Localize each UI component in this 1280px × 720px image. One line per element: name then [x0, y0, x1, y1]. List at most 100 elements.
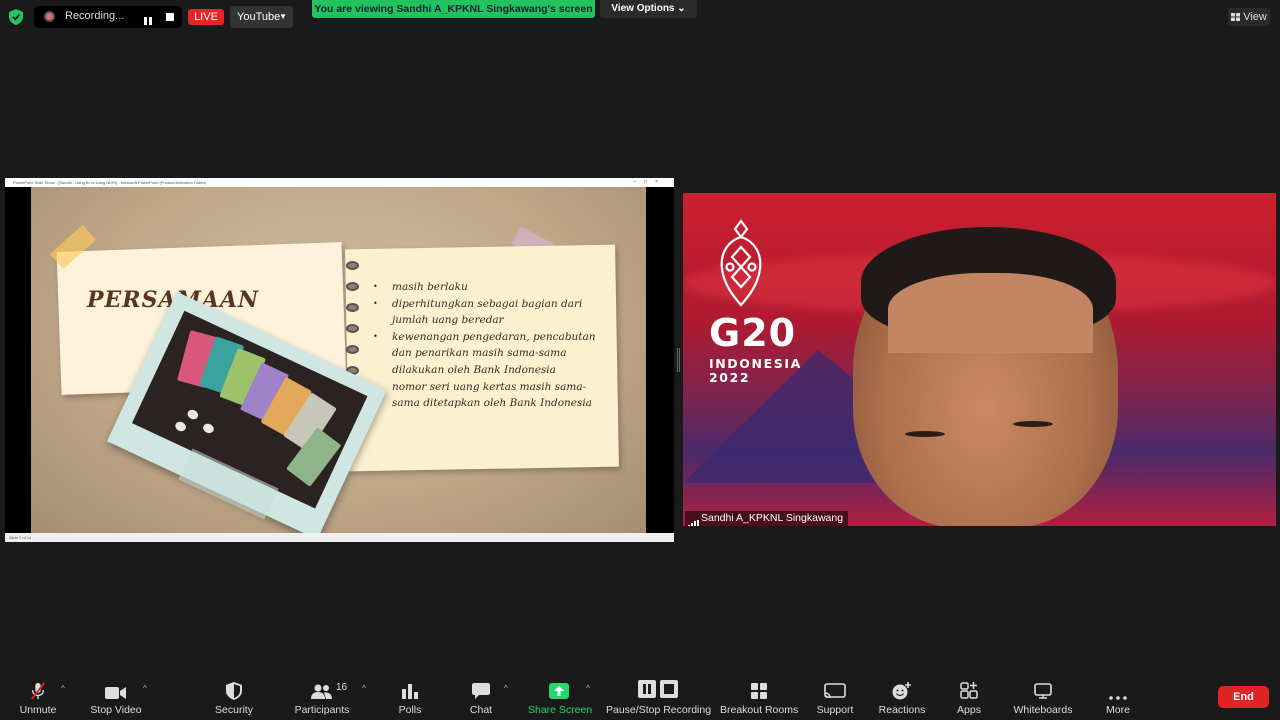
g20-logo: G20 INDONESIA 2022 [709, 219, 809, 385]
binder-ring-icon [346, 303, 359, 312]
pause-stop-recording-label: Pause/Stop Recording [606, 704, 712, 716]
g20-title: G20 [709, 311, 797, 355]
powerpoint-title-bar: PowerPoint Slide Show - [Sandhi - Uang B… [5, 178, 674, 187]
shield-icon[interactable] [9, 9, 23, 25]
window-title: PowerPoint Slide Show - [Sandhi - Uang B… [13, 180, 207, 185]
support-cast-icon [824, 683, 846, 699]
chevron-down-icon: ⌄ [677, 3, 686, 14]
share-options-chevron-icon[interactable]: ^ [586, 684, 590, 693]
reactions-label: Reactions [878, 704, 926, 716]
chat-label: Chat [469, 704, 493, 716]
stop-recording-icon[interactable] [166, 13, 174, 21]
recording-dot-icon [44, 11, 55, 22]
whiteboards-label: Whiteboards [1013, 704, 1073, 716]
slide-bullet-list: masih berlaku diperhitungkan sebagai bag… [369, 279, 614, 412]
audio-options-chevron-icon[interactable]: ^ [61, 684, 65, 693]
polls-chart-icon [402, 684, 418, 699]
whiteboard-icon [1034, 683, 1052, 699]
share-screen-arrow-icon [549, 683, 569, 699]
meeting-toolbar: Unmute ^ Stop Video ^ Security 16 Partic… [0, 672, 1280, 720]
powerpoint-status-bar: Slide 2 of 14 [5, 533, 674, 542]
stop-video-button[interactable]: Stop Video [86, 672, 146, 720]
breakout-rooms-icon [751, 683, 767, 699]
apps-icon [960, 682, 978, 699]
view-label: View [1243, 11, 1267, 23]
view-options-label: View Options [611, 3, 675, 14]
binder-ring-icon [346, 345, 359, 354]
coin [201, 422, 216, 435]
recording-label: Recording... [65, 10, 125, 22]
unmute-button[interactable]: Unmute [12, 672, 64, 720]
slide-bullet: kewenangan pengedaran, pencabutan dan pe… [369, 329, 614, 379]
slide-status: Slide 2 of 14 [9, 535, 32, 540]
presentation-slide: PERSAMAAN masih berlaku diperhitungkan s… [31, 187, 646, 533]
pause-stop-recording-button[interactable]: Pause/Stop Recording [606, 672, 712, 720]
g20-emblem-icon [720, 219, 762, 307]
breakout-rooms-label: Breakout Rooms [720, 704, 799, 716]
support-label: Support [816, 704, 854, 716]
reactions-smiley-icon [892, 682, 911, 700]
end-meeting-button[interactable]: End [1218, 686, 1269, 708]
reactions-button[interactable]: Reactions [876, 672, 928, 720]
participant-eye [905, 431, 945, 437]
live-badge: LIVE [188, 9, 224, 25]
pause-recording-icon[interactable] [144, 12, 154, 25]
stop-video-label: Stop Video [90, 704, 142, 716]
slide-bullet: masih berlaku [369, 279, 614, 296]
g20-subtitle: INDONESIA 2022 [709, 357, 802, 385]
share-screen-label: Share Screen [528, 704, 593, 716]
coin [185, 408, 200, 421]
window-controls-icon: –□× [633, 179, 666, 185]
security-label: Security [215, 704, 253, 716]
microphone-muted-icon [30, 682, 46, 700]
support-button[interactable]: Support [812, 672, 858, 720]
more-label: More [1106, 704, 1130, 716]
participant-name: Sandhi A_KPKNL Singkawang [701, 512, 844, 524]
breakout-rooms-button[interactable]: Breakout Rooms [720, 672, 798, 720]
view-options-button[interactable]: View Options ⌄ [600, 0, 697, 18]
slide-bullet: diperhitungkan sebagai bagian dari jumla… [369, 296, 614, 329]
participant-video[interactable]: G20 INDONESIA 2022 Sandhi A_KPKNL Singka… [683, 193, 1276, 526]
apps-label: Apps [957, 704, 981, 716]
binder-ring-icon [346, 282, 359, 291]
chat-button[interactable]: Chat [462, 672, 500, 720]
top-bar: Recording... LIVE YouTube ▼ You are view… [0, 0, 1280, 34]
apps-button[interactable]: Apps [950, 672, 988, 720]
chevron-down-icon: ▼ [279, 12, 287, 21]
unmute-label: Unmute [19, 704, 57, 716]
chat-bubble-icon [472, 683, 490, 699]
whiteboards-button[interactable]: Whiteboards [1010, 672, 1076, 720]
slide-bullet: nomor seri uang kertas masih sama-sama d… [369, 379, 614, 412]
shared-screen[interactable]: PowerPoint Slide Show - [Sandhi - Uang B… [5, 178, 674, 542]
stream-target-label: YouTube [237, 11, 281, 23]
participants-button[interactable]: 16 Participants [292, 672, 352, 720]
participant-eye [1013, 421, 1053, 427]
participants-icon [311, 684, 332, 699]
chat-options-chevron-icon[interactable]: ^ [504, 684, 508, 693]
more-button[interactable]: More [1100, 672, 1136, 720]
coin [173, 420, 188, 433]
video-options-chevron-icon[interactable]: ^ [143, 684, 147, 693]
security-button[interactable]: Security [210, 672, 258, 720]
signal-strength-icon [688, 514, 700, 526]
polls-button[interactable]: Polls [392, 672, 428, 720]
recording-indicator: Recording... [34, 6, 182, 28]
g20-country: INDONESIA [709, 356, 802, 371]
video-camera-icon [105, 687, 126, 699]
participant-nameplate: Sandhi A_KPKNL Singkawang [685, 511, 849, 526]
panel-resize-handle[interactable] [677, 348, 680, 372]
binder-ring-icon [346, 261, 359, 270]
pause-stop-recording-icon [638, 680, 678, 698]
screen-share-banner: You are viewing Sandhi A_KPKNL Singkawan… [312, 0, 595, 18]
share-screen-button[interactable]: Share Screen [528, 672, 593, 720]
participants-label: Participants [294, 704, 350, 716]
g20-year: 2022 [709, 370, 751, 385]
participants-count: 16 [336, 682, 348, 693]
grid-icon [1231, 13, 1241, 21]
polls-label: Polls [398, 704, 422, 716]
stream-target-dropdown[interactable]: YouTube ▼ [230, 6, 293, 28]
security-shield-icon [226, 682, 242, 700]
participant-forehead [888, 273, 1093, 353]
view-button[interactable]: View [1228, 8, 1270, 26]
participants-options-chevron-icon[interactable]: ^ [362, 684, 366, 693]
